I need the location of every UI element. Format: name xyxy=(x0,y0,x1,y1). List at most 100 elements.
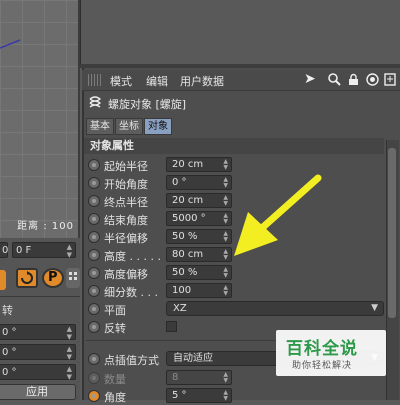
grid-icon xyxy=(69,272,77,280)
param-label: 结束角度 xyxy=(104,214,148,227)
spin-icon: ▲ ▼ xyxy=(223,248,228,261)
record-key-button[interactable] xyxy=(0,270,6,290)
spin-icon: ▲ ▼ xyxy=(66,345,72,361)
param-row-subdivisions: 细分数 . . . 100 ▲ ▼ xyxy=(86,282,386,300)
animate-radio[interactable] xyxy=(88,231,100,243)
frame-current-field[interactable]: 0 F ▲ ▼ xyxy=(12,242,76,259)
menu-edit[interactable]: 编辑 xyxy=(146,73,168,89)
animate-radio[interactable] xyxy=(88,249,100,261)
param-value: 20 cm xyxy=(172,159,204,170)
animate-radio[interactable] xyxy=(88,159,100,171)
param-label: 半径偏移 xyxy=(104,232,148,245)
animate-radio[interactable] xyxy=(88,285,100,297)
grip-handle[interactable] xyxy=(88,74,102,86)
animate-radio[interactable] xyxy=(88,195,100,207)
object-title-row: 螺旋对象 [螺旋] xyxy=(86,94,336,112)
animate-radio[interactable] xyxy=(88,390,100,402)
menu-user-data[interactable]: 用户数据 xyxy=(180,73,224,89)
subdivisions-field[interactable]: 100 ▲ ▼ xyxy=(166,283,232,298)
param-value: 50 % xyxy=(172,231,198,242)
rotation-field-3[interactable]: 0 ° ▲ ▼ xyxy=(0,364,76,381)
dropdown-value: XZ xyxy=(173,303,187,314)
attribute-menubar: 模式 编辑 用户数据 ➤ xyxy=(82,70,400,91)
side-label: 转 xyxy=(2,304,13,317)
param-label: 角度 xyxy=(104,391,126,404)
spin-icon: ▲ ▼ xyxy=(66,365,72,381)
end-angle-field[interactable]: 5000 ° ▲ ▼ xyxy=(166,211,232,226)
start-angle-field[interactable]: 0 ° ▲ ▼ xyxy=(166,175,232,190)
tab-coords[interactable]: 坐标 xyxy=(115,118,143,135)
animate-radio[interactable] xyxy=(88,321,100,333)
lock-icon[interactable] xyxy=(348,73,359,89)
rotation-value-1: 0 ° xyxy=(2,327,17,338)
height-field[interactable]: 80 cm ▲ ▼ xyxy=(166,247,232,262)
scrollbar-thumb[interactable] xyxy=(388,148,396,318)
plane-dropdown[interactable]: XZ ▼ xyxy=(166,301,384,316)
watermark-subtitle: 助你轻松解决 xyxy=(292,361,353,371)
chevron-down-icon: ▼ xyxy=(371,303,378,313)
animate-radio[interactable] xyxy=(88,177,100,189)
param-row-plane: 平面 XZ ▼ xyxy=(86,300,386,318)
animate-radio[interactable] xyxy=(88,213,100,225)
animate-radio[interactable] xyxy=(88,267,100,279)
tab-object[interactable]: 对象 xyxy=(144,118,172,135)
start-radius-field[interactable]: 20 cm ▲ ▼ xyxy=(166,157,232,172)
reverse-checkbox[interactable] xyxy=(166,321,177,332)
top-panel xyxy=(80,0,400,68)
param-value: 20 cm xyxy=(172,195,204,206)
rotation-field-2[interactable]: 0 ° ▲ ▼ xyxy=(0,344,76,361)
param-value: 100 xyxy=(172,285,192,296)
height-bias-field[interactable]: 50 % ▲ ▼ xyxy=(166,265,232,280)
param-label: 终点半径 xyxy=(104,196,148,209)
autokey-button[interactable] xyxy=(16,268,38,288)
search-icon[interactable] xyxy=(328,73,341,89)
param-row-radius-bias: 半径偏移 50 % ▲ ▼ xyxy=(86,228,386,246)
param-value: 5000 ° xyxy=(172,213,206,224)
param-row-start-radius: 起始半径 20 cm ▲ ▼ xyxy=(86,156,386,174)
animate-radio[interactable] xyxy=(88,303,100,315)
panel-divider xyxy=(80,0,81,68)
rotation-field-1[interactable]: 0 ° ▲ ▼ xyxy=(0,324,76,341)
viewport-grid-lines xyxy=(0,39,21,49)
spin-icon: ▲ ▼ xyxy=(223,230,228,243)
param-row-end-angle: 结束角度 5000 ° ▲ ▼ xyxy=(86,210,386,228)
frame-start-value: 0 xyxy=(2,245,9,256)
animate-radio[interactable] xyxy=(88,372,100,384)
param-value: 50 % xyxy=(172,267,198,278)
menu-mode[interactable]: 模式 xyxy=(110,73,132,89)
param-value: 80 cm xyxy=(172,249,204,260)
count-field[interactable]: 8 ▲ ▼ xyxy=(166,370,232,385)
spin-icon: ▲ ▼ xyxy=(223,194,228,207)
end-radius-field[interactable]: 20 cm ▲ ▼ xyxy=(166,193,232,208)
grid-button[interactable] xyxy=(66,268,80,288)
tab-basic[interactable]: 基本 xyxy=(86,118,114,135)
param-row-height: 高度 . . . . . 80 cm ▲ ▼ xyxy=(86,246,386,264)
param-row-end-radius: 终点半径 20 cm ▲ ▼ xyxy=(86,192,386,210)
section-header: 对象属性 xyxy=(84,138,384,154)
timeline-panel: 0 0 F ▲ ▼ P 转 0 ° ▲ ▼ 0 ° ▲ ▼ 0 ° ▲ ▼ 应用 xyxy=(0,238,80,400)
spin-icon: ▲ ▼ xyxy=(66,243,72,259)
rotation-value-3: 0 ° xyxy=(2,367,17,378)
frame-current-value: 0 F xyxy=(16,245,32,256)
refresh-icon xyxy=(21,271,33,284)
animate-radio[interactable] xyxy=(88,353,100,365)
spin-icon: ▲ ▼ xyxy=(223,176,228,189)
p-icon: P xyxy=(48,270,58,285)
param-value: 5 ° xyxy=(172,390,187,401)
param-label: 反转 xyxy=(104,322,126,335)
spin-icon: ▲ ▼ xyxy=(223,371,228,384)
angle-field[interactable]: 5 ° ▲ ▼ xyxy=(166,388,232,403)
3d-viewport[interactable] xyxy=(0,0,80,238)
radius-bias-field[interactable]: 50 % ▲ ▼ xyxy=(166,229,232,244)
param-label: 起始半径 xyxy=(104,160,148,173)
apply-label: 应用 xyxy=(26,385,48,398)
spiral-icon xyxy=(88,95,102,114)
new-panel-icon[interactable] xyxy=(384,73,396,89)
separator xyxy=(0,296,80,297)
play-mode-button[interactable]: P xyxy=(42,268,64,288)
spin-icon: ▲ ▼ xyxy=(223,266,228,279)
frame-start-field[interactable]: 0 xyxy=(0,242,8,258)
cursor-arrow-icon[interactable]: ➤ xyxy=(304,71,316,87)
apply-button[interactable]: 应用 xyxy=(0,384,76,400)
target-icon[interactable] xyxy=(366,73,379,89)
